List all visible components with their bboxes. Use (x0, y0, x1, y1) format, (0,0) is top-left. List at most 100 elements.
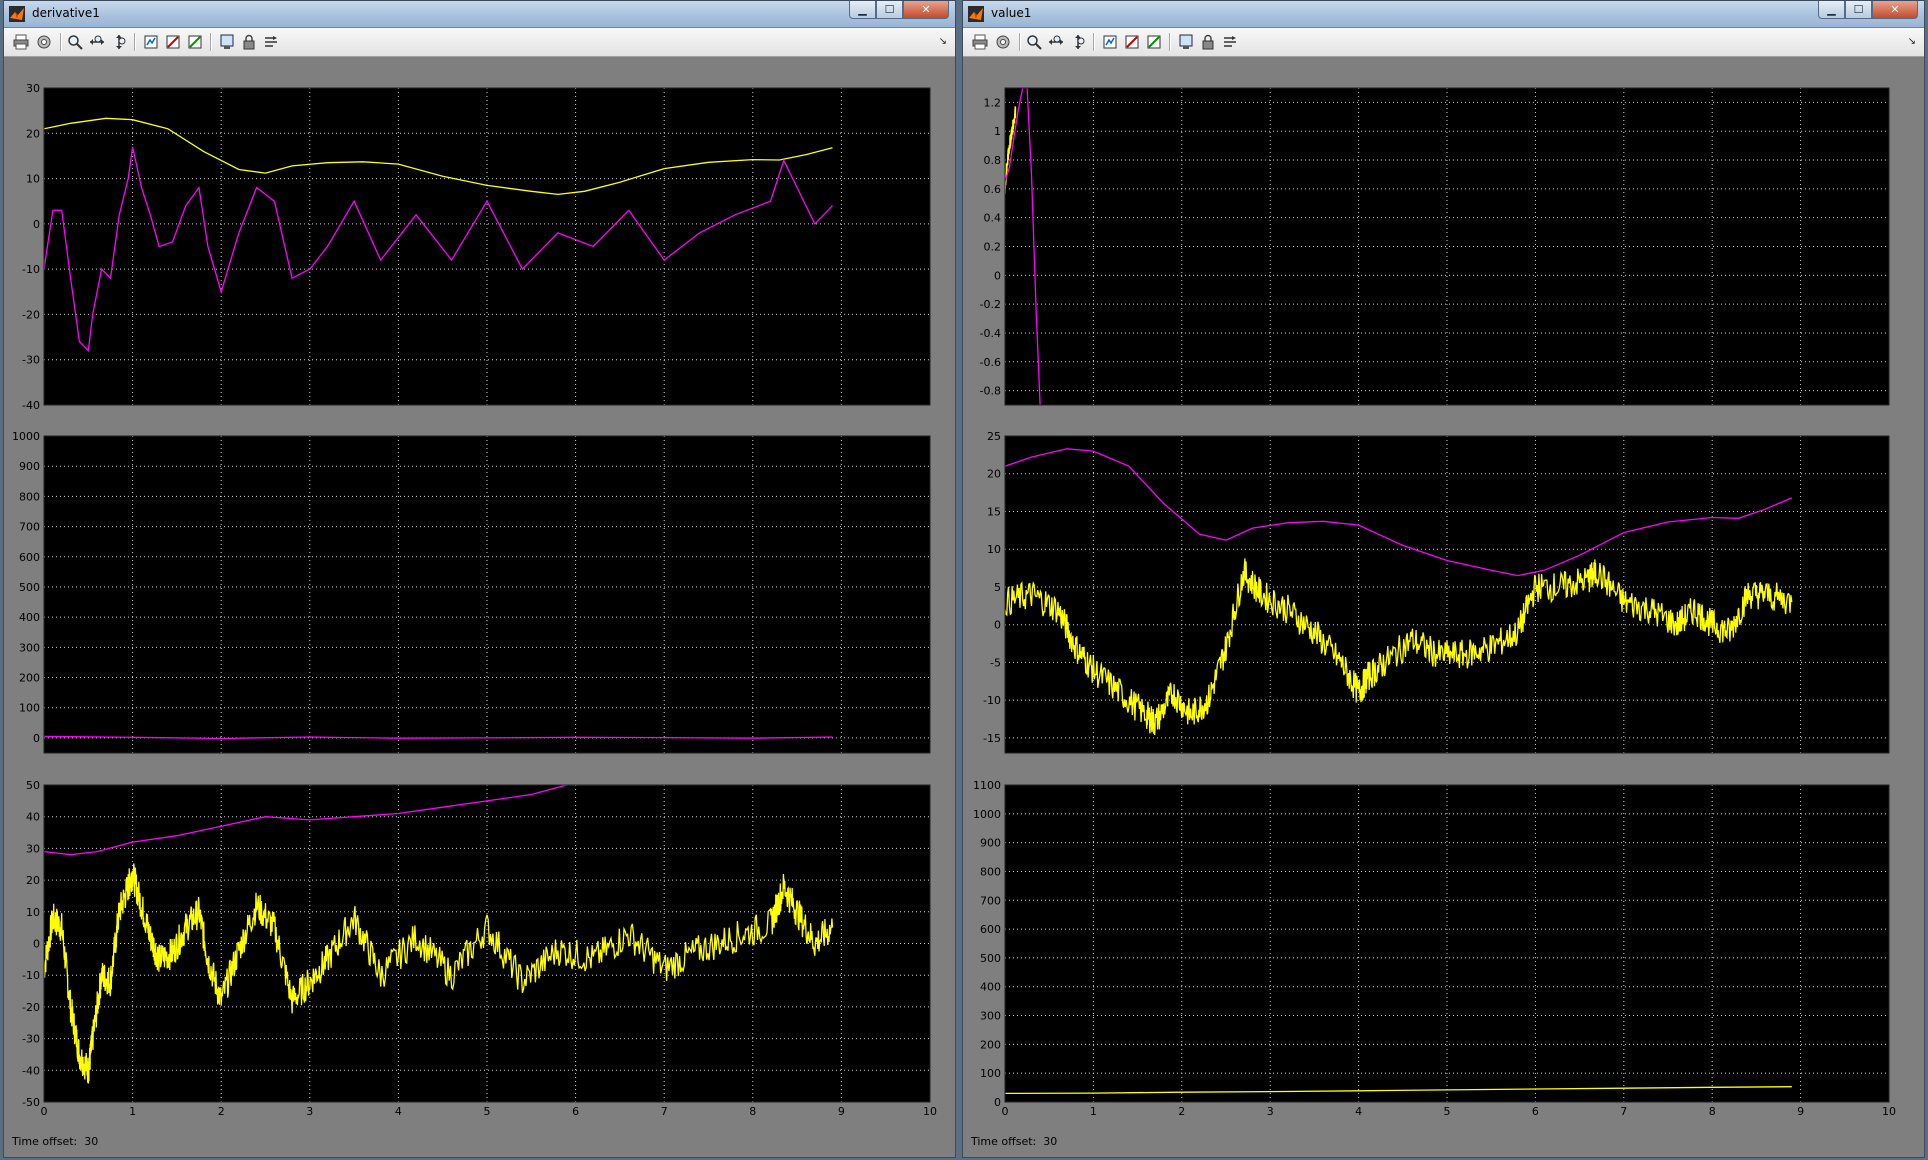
x-tick-label: 7 (661, 1105, 668, 1118)
axes-background (44, 88, 930, 405)
x-tick-label: 8 (749, 1105, 756, 1118)
y-tick-label: 0 (994, 1096, 1001, 1109)
y-tick-label: 1.2 (984, 96, 1002, 109)
y-tick-label: -0.4 (980, 327, 1001, 340)
y-tick-label: -0.2 (980, 298, 1001, 311)
y-tick-label: 500 (980, 952, 1001, 965)
y-tick-label: 1000 (973, 808, 1001, 821)
x-tick-label: 1 (129, 1105, 136, 1118)
y-tick-label: -50 (22, 1096, 40, 1109)
window-value1: value1 ▁ ☐ ✕ ↘ -0.8 -0.6 -0.4 -0.2 0 0.2 0.4 0.… (962, 0, 1925, 1158)
y-tick-label: -30 (22, 1033, 40, 1046)
x-tick-label: 10 (923, 1105, 937, 1118)
y-tick-label: -20 (22, 308, 40, 321)
y-tick-label: -0.6 (980, 356, 1001, 369)
y-tick-label: 100 (19, 702, 40, 715)
y-tick-label: 30 (26, 82, 40, 95)
y-tick-label: 20 (26, 874, 40, 887)
y-tick-label: -15 (983, 732, 1001, 745)
y-tick-label: 400 (19, 611, 40, 624)
x-tick-label: 5 (1444, 1105, 1451, 1118)
scope-axes-value1: 0 1 2 3 4 5 6 7 8 9 100100200300400500600700800900… (973, 779, 1896, 1118)
y-tick-label: 100 (980, 1067, 1001, 1080)
y-tick-label: 0 (994, 269, 1001, 282)
y-tick-label: 0 (33, 218, 40, 231)
x-tick-label: 8 (1709, 1105, 1716, 1118)
y-tick-label: 800 (19, 490, 40, 503)
y-tick-label: 500 (19, 581, 40, 594)
y-tick-label: 1100 (973, 779, 1001, 792)
y-tick-label: -0.8 (980, 385, 1001, 398)
y-tick-label: 15 (987, 505, 1001, 518)
y-tick-label: 1000 (12, 430, 40, 443)
x-tick-label: 2 (1178, 1105, 1185, 1118)
y-tick-label: -5 (990, 656, 1001, 669)
y-tick-label: 0.4 (984, 212, 1002, 225)
y-tick-label: -10 (22, 263, 40, 276)
y-tick-label: 40 (26, 811, 40, 824)
y-tick-label: -10 (983, 694, 1001, 707)
y-tick-label: -30 (22, 354, 40, 367)
x-tick-label: 3 (1267, 1105, 1274, 1118)
scope-axes-value1: -0.8 -0.6 -0.4 -0.2 0 0.2 0.4 0.6 0.8 1 1.2 (980, 87, 1890, 406)
y-tick-label: 400 (980, 981, 1001, 994)
y-tick-label: 10 (26, 906, 40, 919)
x-tick-label: 0 (1002, 1105, 1009, 1118)
window-derivative1: derivative1 ▁ ☐ ✕ ↘ -40 -30 -20 -10 0 10 20 30 0… (3, 0, 956, 1158)
y-tick-label: 900 (19, 460, 40, 473)
x-tick-label: 6 (1532, 1105, 1539, 1118)
y-tick-label: 300 (19, 641, 40, 654)
y-tick-label: 200 (980, 1038, 1001, 1051)
axes-background (1005, 785, 1889, 1102)
y-tick-label: 0 (994, 619, 1001, 632)
x-tick-label: 5 (484, 1105, 491, 1118)
y-tick-label: 25 (987, 430, 1001, 443)
y-tick-label: 0.8 (984, 154, 1002, 167)
time-offset-value: 30 (1043, 1135, 1058, 1148)
y-tick-label: 200 (19, 672, 40, 685)
y-tick-label: 0 (33, 732, 40, 745)
scope-plot-area: -40-30-20-100102030010020030040050060070… (12, 82, 937, 1118)
y-tick-label: 20 (987, 468, 1001, 481)
y-tick-label: 900 (980, 837, 1001, 850)
y-tick-label: 30 (26, 842, 40, 855)
scope-axes-derivative1: 0 1 2 3 4 5 6 7 8 9 10 -50 -40 -30 -20 -10 0 10 20 30 40 50 (22, 779, 937, 1118)
time-offset-label: Time offset: (12, 1135, 78, 1148)
y-tick-label: -10 (22, 969, 40, 982)
x-tick-label: 9 (838, 1105, 845, 1118)
y-tick-label: 0 (33, 938, 40, 951)
x-tick-label: 6 (572, 1105, 579, 1118)
y-tick-label: -40 (22, 399, 40, 412)
x-tick-label: 4 (1355, 1105, 1362, 1118)
y-tick-label: 800 (980, 865, 1001, 878)
y-tick-label: 10 (987, 543, 1001, 556)
x-tick-label: 2 (218, 1105, 225, 1118)
y-tick-label: 0.2 (984, 241, 1002, 254)
x-tick-label: 4 (395, 1105, 402, 1118)
y-tick-label: 600 (19, 551, 40, 564)
x-tick-label: 1 (1090, 1105, 1097, 1118)
scope-axes-value1: -15 -10 -5 0 5 10 15 20 25 (983, 430, 1890, 754)
y-tick-label: -20 (22, 1001, 40, 1014)
y-tick-label: 50 (26, 779, 40, 792)
x-tick-label: 3 (306, 1105, 313, 1118)
time-offset: Time offset: 30 (12, 1135, 98, 1148)
y-tick-label: 20 (26, 127, 40, 140)
y-tick-label: 1 (994, 125, 1001, 138)
scope-axes-derivative1: -40 -30 -20 -10 0 10 20 30 (22, 82, 931, 412)
time-offset-value: 30 (84, 1135, 99, 1148)
time-offset-label: Time offset: (971, 1135, 1037, 1148)
scope-plot-area: -0.8 -0.6 -0.4 -0.2 0 0.2 0.4 0.6 0.8 1 1.2 -15 -10 -… (973, 87, 1896, 1118)
x-tick-label: 7 (1620, 1105, 1627, 1118)
time-offset: Time offset: 30 (971, 1135, 1057, 1148)
y-tick-label: 700 (980, 894, 1001, 907)
x-tick-label: 9 (1797, 1105, 1804, 1118)
y-tick-label: 0.6 (984, 183, 1002, 196)
x-tick-label: 0 (41, 1105, 48, 1118)
axes-background (44, 436, 930, 753)
y-tick-label: 300 (980, 1010, 1001, 1023)
y-tick-label: 10 (26, 173, 40, 186)
y-tick-label: 600 (980, 923, 1001, 936)
y-tick-label: -40 (22, 1064, 40, 1077)
x-tick-label: 10 (1882, 1105, 1896, 1118)
